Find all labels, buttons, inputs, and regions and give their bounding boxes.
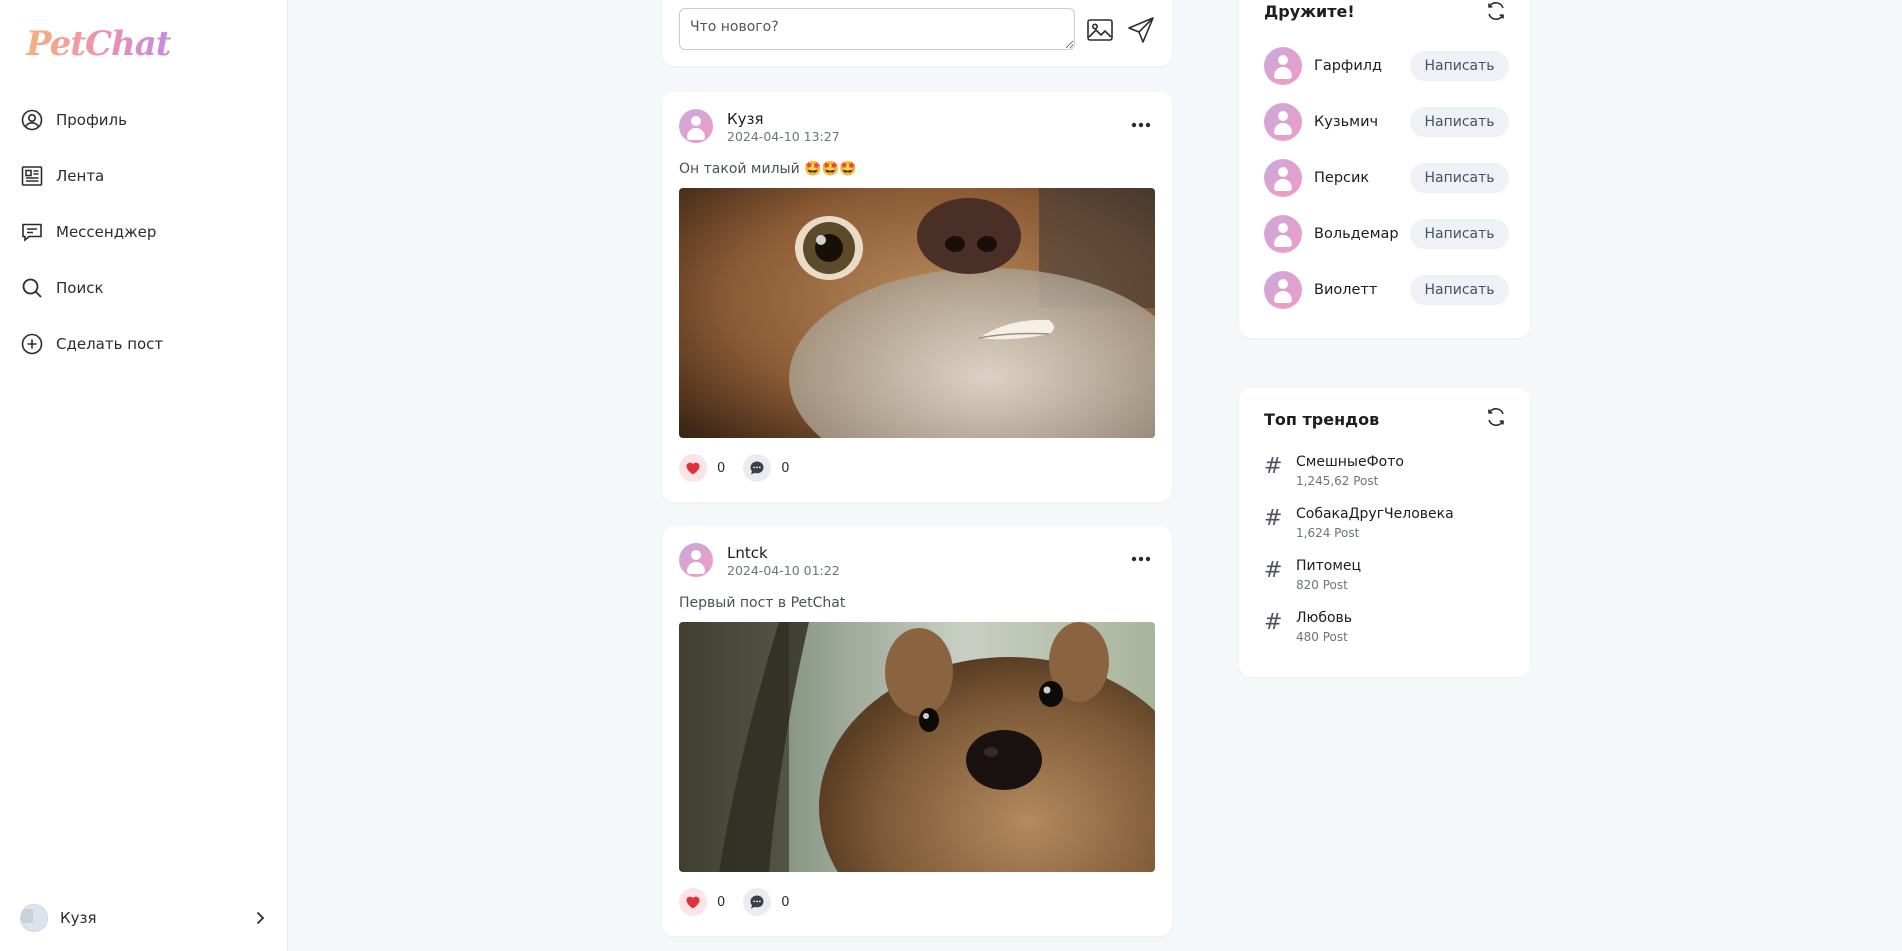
post-card: Кузя 2024-04-10 13:27 Он такой милый 🤩🤩🤩 <box>662 92 1172 502</box>
friend-row: Гарфилд Написать <box>1264 46 1509 86</box>
heart-icon <box>686 896 700 909</box>
like-button[interactable] <box>679 888 707 916</box>
quokka-photo <box>679 622 1155 872</box>
hashtag-icon: # <box>1264 454 1283 479</box>
search-icon <box>22 278 42 298</box>
friends-suggestions: Дружите! Гарфилд Написать Кузьмич Написа… <box>1239 0 1530 338</box>
image-upload-icon[interactable] <box>1086 16 1114 44</box>
sidebar-nav: Профиль Лента Мессенджер Поиск Сделать п… <box>20 92 163 372</box>
avatar[interactable] <box>1264 159 1302 197</box>
chevron-right-icon <box>256 911 265 925</box>
comment-button[interactable] <box>743 888 772 916</box>
chat-icon <box>22 223 42 242</box>
post-actions: 0 0 <box>679 454 808 482</box>
avatar[interactable] <box>1264 103 1302 141</box>
post-actions: 0 0 <box>679 888 808 916</box>
plus-circle-icon <box>21 333 43 355</box>
sidebar: PetChat Профиль Лента Мессенджер Поиск С… <box>0 0 288 951</box>
sidebar-item-label: Профиль <box>56 111 127 129</box>
sidebar-item-label: Поиск <box>56 279 104 297</box>
avatar[interactable] <box>1264 47 1302 85</box>
friend-row: Виолетт Написать <box>1264 270 1509 310</box>
friend-name[interactable]: Виолетт <box>1314 282 1410 298</box>
trend-tag: Питомец <box>1296 558 1362 574</box>
like-count: 0 <box>717 894 726 910</box>
trend-tag: СмешныеФото <box>1296 454 1404 470</box>
write-message-button[interactable]: Написать <box>1410 107 1509 137</box>
sidebar-item-create-post[interactable]: Сделать пост <box>20 316 163 372</box>
trend-count: 480 Post <box>1296 630 1348 644</box>
post-image[interactable] <box>679 188 1155 438</box>
post-card: Lntck 2024-04-10 01:22 Первый пост в Pet… <box>662 526 1172 936</box>
more-options-icon[interactable] <box>1130 554 1152 564</box>
trend-count: 1,624 Post <box>1296 526 1360 540</box>
write-message-button[interactable]: Написать <box>1410 163 1509 193</box>
newspaper-icon <box>21 166 43 186</box>
post-date: 2024-04-10 13:27 <box>727 129 840 144</box>
sidebar-item-label: Лента <box>56 167 105 185</box>
like-count: 0 <box>717 460 726 476</box>
user-circle-icon <box>21 109 43 131</box>
avatar[interactable] <box>679 109 713 143</box>
trend-count: 1,245,62 Post <box>1296 474 1379 488</box>
post-author[interactable]: Кузя <box>727 110 764 128</box>
write-message-button[interactable]: Написать <box>1410 219 1509 249</box>
hashtag-icon: # <box>1264 610 1283 635</box>
post-composer <box>662 0 1172 66</box>
refresh-icon[interactable] <box>1485 406 1507 428</box>
hashtag-icon: # <box>1264 506 1283 531</box>
sidebar-item-search[interactable]: Поиск <box>20 260 163 316</box>
trend-item[interactable]: # СмешныеФото 1,245,62 Post <box>1264 454 1514 498</box>
post-text: Он такой милый 🤩🤩🤩 <box>679 161 857 177</box>
heart-icon <box>686 462 700 475</box>
trend-count: 820 Post <box>1296 578 1348 592</box>
comment-count: 0 <box>781 894 790 910</box>
friends-title: Дружите! <box>1264 2 1355 21</box>
send-icon[interactable] <box>1126 15 1156 45</box>
like-button[interactable] <box>679 454 707 482</box>
avatar[interactable] <box>1264 215 1302 253</box>
trend-item[interactable]: # СобакаДругЧеловека 1,624 Post <box>1264 506 1514 550</box>
avatar[interactable] <box>679 543 713 577</box>
new-post-input[interactable] <box>679 8 1075 50</box>
sidebar-item-feed[interactable]: Лента <box>20 148 163 204</box>
post-text: Первый пост в PetChat <box>679 595 846 611</box>
friend-row: Кузьмич Написать <box>1264 102 1509 142</box>
comment-count: 0 <box>781 460 790 476</box>
dog-photo <box>679 188 1155 438</box>
sidebar-item-label: Мессенджер <box>56 223 157 241</box>
trend-tag: СобакаДругЧеловека <box>1296 506 1454 522</box>
write-message-button[interactable]: Написать <box>1410 51 1509 81</box>
friend-name[interactable]: Персик <box>1314 170 1410 186</box>
avatar[interactable] <box>1264 271 1302 309</box>
sidebar-item-profile[interactable]: Профиль <box>20 92 163 148</box>
app-logo[interactable]: PetChat <box>26 24 172 64</box>
friend-row: Персик Написать <box>1264 158 1509 198</box>
write-message-button[interactable]: Написать <box>1410 275 1509 305</box>
friend-name[interactable]: Вольдемар <box>1314 226 1410 242</box>
post-image[interactable] <box>679 622 1155 872</box>
current-user-name: Кузя <box>60 909 97 927</box>
post-author[interactable]: Lntck <box>727 544 768 562</box>
more-options-icon[interactable] <box>1130 120 1152 130</box>
sidebar-item-label: Сделать пост <box>56 335 164 353</box>
post-date: 2024-04-10 01:22 <box>727 563 840 578</box>
sidebar-item-messenger[interactable]: Мессенджер <box>20 204 163 260</box>
trends-title: Топ трендов <box>1264 410 1380 429</box>
trend-item[interactable]: # Питомец 820 Post <box>1264 558 1514 602</box>
comment-button[interactable] <box>743 454 772 482</box>
friend-name[interactable]: Кузьмич <box>1314 114 1410 130</box>
trend-item[interactable]: # Любовь 480 Post <box>1264 610 1514 654</box>
refresh-icon[interactable] <box>1485 0 1507 22</box>
comment-icon <box>750 895 764 909</box>
top-trends: Топ трендов # СмешныеФото 1,245,62 Post … <box>1239 388 1530 677</box>
hashtag-icon: # <box>1264 558 1283 583</box>
trend-tag: Любовь <box>1296 610 1353 626</box>
comment-icon <box>750 461 764 475</box>
avatar <box>20 904 48 932</box>
current-user-menu[interactable]: Кузя <box>20 901 270 935</box>
friend-name[interactable]: Гарфилд <box>1314 58 1410 74</box>
friend-row: Вольдемар Написать <box>1264 214 1509 254</box>
